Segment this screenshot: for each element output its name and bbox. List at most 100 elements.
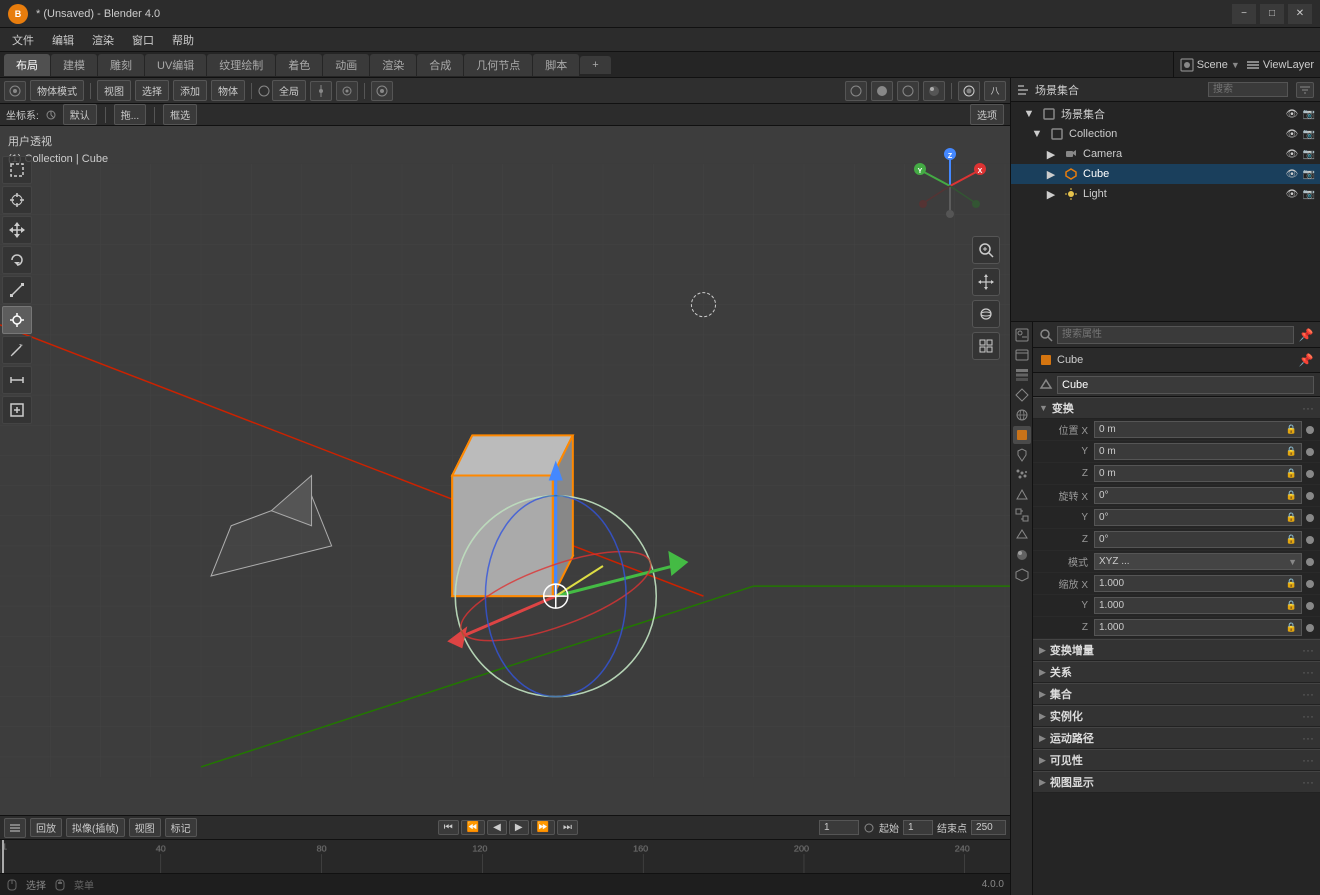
location-x-dot[interactable]	[1306, 426, 1314, 434]
scene-prop-icon[interactable]	[1013, 386, 1031, 404]
menu-file[interactable]: 文件	[4, 30, 42, 50]
location-y-dot[interactable]	[1306, 448, 1314, 456]
play-button[interactable]: ▶	[509, 820, 529, 835]
collection-render-icon[interactable]: 📷	[1302, 107, 1316, 121]
object-prop-icon[interactable]	[1013, 426, 1031, 444]
frame-selected-button[interactable]	[972, 332, 1000, 360]
shader-fx-prop-icon[interactable]	[1013, 566, 1031, 584]
keying-button[interactable]: 拟像(插帧)	[66, 818, 125, 837]
options-button[interactable]: 选项	[970, 104, 1004, 125]
cube-eye-icon[interactable]: 👁	[1285, 167, 1299, 181]
location-y-field[interactable]: 0 m 🔒	[1094, 443, 1302, 460]
menu-help[interactable]: 帮助	[164, 30, 202, 50]
viewport-display-header[interactable]: ▶ 视图显示 ···	[1033, 771, 1320, 793]
tab-geo-nodes[interactable]: 几何节点	[464, 54, 532, 76]
rotation-z-dot[interactable]	[1306, 536, 1314, 544]
visibility-header[interactable]: ▶ 可见性 ···	[1033, 749, 1320, 771]
render-prop-icon[interactable]	[1013, 326, 1031, 344]
annotate-tool[interactable]	[2, 336, 32, 364]
transform-tool[interactable]	[2, 306, 32, 334]
pivot-button[interactable]	[310, 81, 332, 101]
viewport-gizmo[interactable]: Z X Y	[910, 146, 990, 226]
motion-path-header[interactable]: ▶ 运动路径 ···	[1033, 727, 1320, 749]
delta-transform-header[interactable]: ▶ 变换增量 ···	[1033, 639, 1320, 661]
cursor-tool[interactable]	[2, 186, 32, 214]
instancing-header[interactable]: ▶ 实例化 ···	[1033, 705, 1320, 727]
timeline-ruler[interactable]: 1 40 80 120 160 200 240	[0, 840, 1010, 873]
wireframe-shading-button[interactable]	[845, 81, 867, 101]
next-frame-button[interactable]: ⏩	[531, 820, 555, 835]
material-shading-button[interactable]	[897, 81, 919, 101]
view-layer-prop-icon[interactable]	[1013, 366, 1031, 384]
global-selector[interactable]: 全局	[258, 80, 306, 101]
motion-options[interactable]: ···	[1302, 731, 1314, 745]
viewport-mode-icon[interactable]	[4, 81, 26, 101]
rotation-x-field[interactable]: 0° 🔒	[1094, 487, 1302, 504]
transform-options[interactable]: ···	[1302, 401, 1314, 415]
props-search-input[interactable]	[1057, 326, 1294, 344]
cube-render-icon[interactable]: 📷	[1302, 167, 1316, 181]
camera-eye-icon[interactable]: 👁	[1285, 147, 1299, 161]
timeline-type-button[interactable]	[4, 818, 26, 838]
view-button[interactable]: 视图	[129, 818, 161, 837]
scale-y-dot[interactable]	[1306, 602, 1314, 610]
obj-data-prop-icon[interactable]	[1013, 526, 1031, 544]
outliner-filter-button[interactable]	[1296, 82, 1314, 98]
measure-tool[interactable]	[2, 366, 32, 394]
select-menu-button[interactable]: 选择	[135, 80, 169, 101]
instancing-options[interactable]: ···	[1302, 709, 1314, 723]
pan-button[interactable]	[972, 268, 1000, 296]
location-z-dot[interactable]	[1306, 470, 1314, 478]
physics-prop-icon[interactable]	[1013, 486, 1031, 504]
rotation-y-dot[interactable]	[1306, 514, 1314, 522]
collection-section-header[interactable]: ▶ 集合 ···	[1033, 683, 1320, 705]
maximize-button[interactable]: □	[1260, 4, 1284, 24]
gizmo-overlay-button[interactable]: 八	[984, 81, 1006, 101]
minimize-button[interactable]: −	[1232, 4, 1256, 24]
tab-add[interactable]: +	[580, 56, 610, 74]
tab-uv[interactable]: UV编辑	[145, 54, 206, 76]
coll-eye-icon[interactable]: 👁	[1285, 127, 1299, 141]
viewport-display-options[interactable]: ···	[1302, 775, 1314, 789]
coll-render-icon[interactable]: 📷	[1302, 127, 1316, 141]
select-box-tool[interactable]	[2, 156, 32, 184]
add-menu-button[interactable]: 添加	[173, 80, 207, 101]
world-prop-icon[interactable]	[1013, 406, 1031, 424]
pin-button[interactable]: 📌	[1298, 327, 1314, 343]
move-tool[interactable]	[2, 216, 32, 244]
global-button[interactable]: 全局	[272, 80, 306, 101]
markers-button[interactable]: 标记	[165, 818, 197, 837]
solid-shading-button[interactable]	[871, 81, 893, 101]
viewport-canvas[interactable]: 用户透视 (1) Collection | Cube	[0, 126, 1010, 815]
light-render-icon[interactable]: 📷	[1302, 187, 1316, 201]
jump-end-button[interactable]: ⏭	[557, 820, 578, 835]
scale-tool[interactable]	[2, 276, 32, 304]
rotation-y-field[interactable]: 0° 🔒	[1094, 509, 1302, 526]
light-row[interactable]: ▶ Light 👁 📷	[1011, 184, 1320, 204]
tab-layout[interactable]: 布局	[4, 54, 50, 76]
mesh-name-input[interactable]: Cube	[1057, 376, 1314, 394]
material-prop-icon[interactable]	[1013, 546, 1031, 564]
object-menu-button[interactable]: 物体	[211, 80, 245, 101]
object-mode-button[interactable]: 物体模式	[30, 80, 84, 101]
location-x-field[interactable]: 0 m 🔒	[1094, 421, 1302, 438]
prev-frame-button[interactable]: ⏪	[461, 820, 485, 835]
relations-options[interactable]: ···	[1302, 665, 1314, 679]
drag-button[interactable]: 拖...	[114, 104, 146, 125]
scale-x-dot[interactable]	[1306, 580, 1314, 588]
current-frame-input[interactable]: 1	[819, 820, 859, 835]
play-reverse-button[interactable]: ◀	[487, 820, 507, 835]
visibility-options[interactable]: ···	[1302, 753, 1314, 767]
orbit-button[interactable]	[972, 300, 1000, 328]
modifier-prop-icon[interactable]	[1013, 446, 1031, 464]
scene-selector[interactable]: Scene ▼	[1180, 58, 1240, 72]
rotation-mode-field[interactable]: XYZ ... ▼	[1094, 553, 1302, 570]
camera-row[interactable]: ▶ Camera 👁 📷	[1011, 144, 1320, 164]
tab-shading[interactable]: 着色	[276, 54, 322, 76]
tab-texture-paint[interactable]: 纹理绘制	[207, 54, 275, 76]
menu-edit[interactable]: 编辑	[44, 30, 82, 50]
menu-render[interactable]: 渲染	[84, 30, 122, 50]
tab-sculpt[interactable]: 雕刻	[98, 54, 144, 76]
light-eye-icon[interactable]: 👁	[1285, 187, 1299, 201]
coord-default-button[interactable]: 默认	[63, 104, 97, 125]
